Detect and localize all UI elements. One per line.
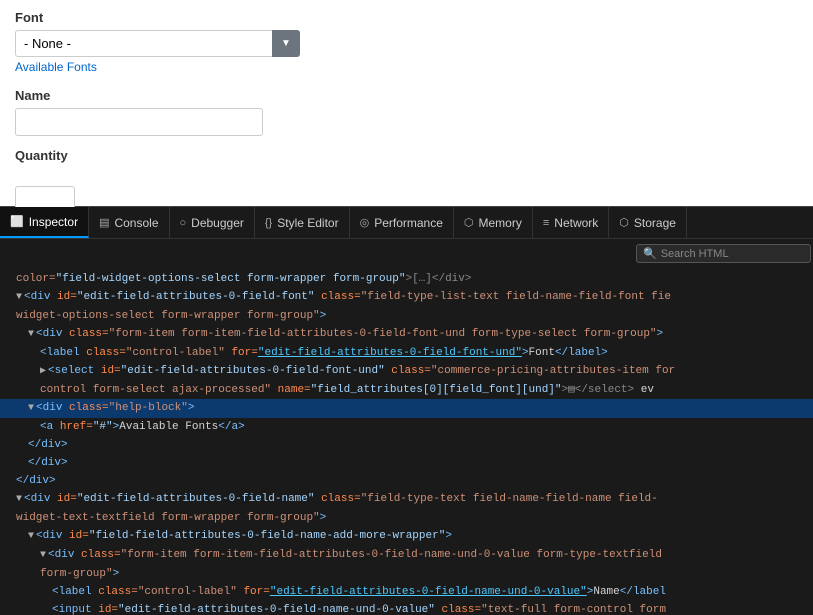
devtools-toolbar: ⬜ Inspector ▤ Console ○ Debugger {} Styl…	[0, 206, 813, 238]
tab-inspector-label: Inspector	[29, 215, 78, 229]
name-input[interactable]	[15, 108, 263, 136]
html-line: ▼<div id="edit-field-attributes-0-field-…	[0, 490, 813, 509]
html-line: <a href="#">Available Fonts</a>	[0, 418, 813, 436]
html-line: ▶<select id="edit-field-attributes-0-fie…	[0, 362, 813, 381]
tab-network-label: Network	[554, 216, 598, 230]
tab-memory[interactable]: ⬡ Memory	[454, 207, 533, 238]
html-line: ▼<div id="edit-field-attributes-0-field-…	[0, 288, 813, 307]
search-input[interactable]	[661, 248, 801, 260]
html-line: widget-text-textfield form-wrapper form-…	[0, 509, 813, 527]
tab-debugger-label: Debugger	[191, 216, 244, 230]
debugger-icon: ○	[180, 217, 187, 229]
html-line: form-group">	[0, 565, 813, 583]
console-icon: ▤	[99, 216, 109, 229]
tab-style-editor-label: Style Editor	[277, 216, 338, 230]
network-icon: ≡	[543, 217, 549, 229]
tab-network[interactable]: ≡ Network	[533, 207, 609, 238]
tab-inspector[interactable]: ⬜ Inspector	[0, 207, 89, 238]
tab-console[interactable]: ▤ Console	[89, 207, 169, 238]
name-field-group: Name	[15, 88, 798, 136]
font-label: Font	[15, 10, 798, 25]
html-line: </div>	[0, 436, 813, 454]
html-line: <label class="control-label" for="edit-f…	[0, 344, 813, 362]
devtools-html-panel[interactable]: color="field-widget-options-select form-…	[0, 268, 813, 615]
html-line: <input id="edit-field-attributes-0-field…	[0, 601, 813, 615]
form-area: Font - None - ▼ Available Fonts Name Qua…	[0, 0, 813, 206]
html-search-wrapper: 🔍	[636, 244, 811, 263]
quantity-field-group: Quantity	[15, 148, 798, 214]
html-line: ▼<div class="form-item form-item-field-a…	[0, 546, 813, 565]
search-icon: 🔍	[643, 247, 657, 260]
tab-console-label: Console	[114, 216, 158, 230]
tab-storage[interactable]: ⬡ Storage	[609, 207, 687, 238]
font-select[interactable]: - None -	[15, 30, 300, 57]
html-line: widget-options-select form-wrapper form-…	[0, 307, 813, 325]
quantity-label: Quantity	[15, 148, 798, 163]
tab-performance[interactable]: ◎ Performance	[350, 207, 454, 238]
performance-icon: ◎	[360, 216, 370, 229]
html-line: ▼<div class="form-item form-item-field-a…	[0, 325, 813, 344]
html-line: </div>	[0, 472, 813, 490]
tab-storage-label: Storage	[634, 216, 676, 230]
html-line: </div>	[0, 454, 813, 472]
tab-memory-label: Memory	[479, 216, 522, 230]
font-field-group: Font - None - ▼ Available Fonts	[15, 10, 798, 76]
storage-icon: ⬡	[619, 216, 629, 229]
tab-performance-label: Performance	[374, 216, 443, 230]
tab-debugger[interactable]: ○ Debugger	[170, 207, 255, 238]
html-line: <label class="control-label" for="edit-f…	[0, 583, 813, 601]
available-fonts-link[interactable]: Available Fonts	[15, 60, 97, 74]
font-select-wrapper: - None - ▼	[15, 30, 300, 57]
style-editor-icon: {}	[265, 217, 272, 229]
html-line-selected: ▼<div class="help-block">	[0, 399, 813, 418]
inspector-icon: ⬜	[10, 215, 24, 228]
html-line: ▼<div id="field-field-attributes-0-field…	[0, 527, 813, 546]
name-label: Name	[15, 88, 798, 103]
html-line: control form-select ajax-processed" name…	[0, 381, 813, 399]
memory-icon: ⬡	[464, 216, 474, 229]
tab-style-editor[interactable]: {} Style Editor	[255, 207, 350, 238]
html-line: color="field-widget-options-select form-…	[0, 270, 813, 288]
devtools-search-row: 🔍	[0, 238, 813, 268]
